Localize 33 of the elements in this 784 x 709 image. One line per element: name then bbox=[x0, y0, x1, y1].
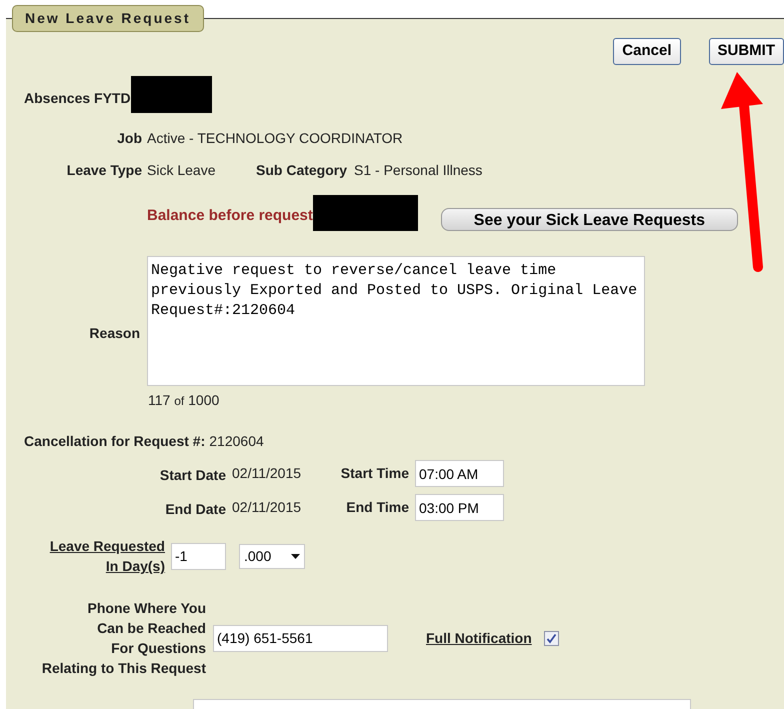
time-field[interactable]: 03:00 PM bbox=[415, 494, 504, 521]
sick-leave-requests-button[interactable]: See your Sick Leave Requests bbox=[440, 208, 738, 231]
notification-checkbox[interactable] bbox=[544, 630, 559, 646]
reason-field[interactable]: Negative request to reverse/cancel leave time previously Exported and Posted to USPS. Original Leave Request#:2120604 bbox=[147, 256, 645, 386]
field-value: Active - TECHNOLOGY COORDINATOR bbox=[147, 129, 403, 148]
field-label: End Date bbox=[164, 500, 226, 519]
full-notification-link[interactable]: Full Notification bbox=[426, 628, 532, 648]
field-label: Absences FYTD bbox=[24, 89, 131, 108]
field-value: S1 - Personal Illness bbox=[354, 161, 482, 180]
field-label: Reason bbox=[88, 324, 140, 343]
field-label: Leave Type bbox=[66, 161, 142, 180]
field-value: 02/11/2015 bbox=[232, 464, 302, 483]
fraction-select[interactable]: .000 bbox=[239, 544, 305, 568]
field-label: Cancellation for Request #: bbox=[24, 432, 206, 451]
field-label: Job bbox=[116, 129, 142, 148]
caret-icon bbox=[291, 554, 300, 558]
field-label: End Time bbox=[345, 498, 409, 517]
field-label: Phone Where You Can be Reached For Questions Relating to This Request bbox=[40, 599, 206, 678]
submit-button[interactable]: SUBMIT bbox=[708, 38, 784, 65]
balance-label: Balance before request bbox=[147, 206, 313, 226]
phone-field[interactable]: (419) 651-5561 bbox=[213, 624, 388, 652]
cancel-button[interactable]: Cancel bbox=[613, 38, 680, 65]
panel-legend: New Leave Request bbox=[12, 5, 204, 32]
field-value: Sick Leave bbox=[147, 161, 216, 180]
time-field[interactable]: 07:00 AM bbox=[415, 460, 504, 487]
field-label: Start Date bbox=[158, 466, 226, 485]
leave-days-link[interactable]: Leave Requested In Day(s) bbox=[6, 536, 165, 576]
field-value: 02/11/2015 bbox=[232, 498, 302, 517]
field-value: 2120604 bbox=[209, 432, 264, 451]
field-label: Sub Category bbox=[256, 161, 348, 180]
character-counter: 117 of 1000 bbox=[148, 391, 220, 410]
field-label: Start Time bbox=[340, 464, 409, 483]
days-field[interactable]: -1 bbox=[171, 542, 226, 570]
